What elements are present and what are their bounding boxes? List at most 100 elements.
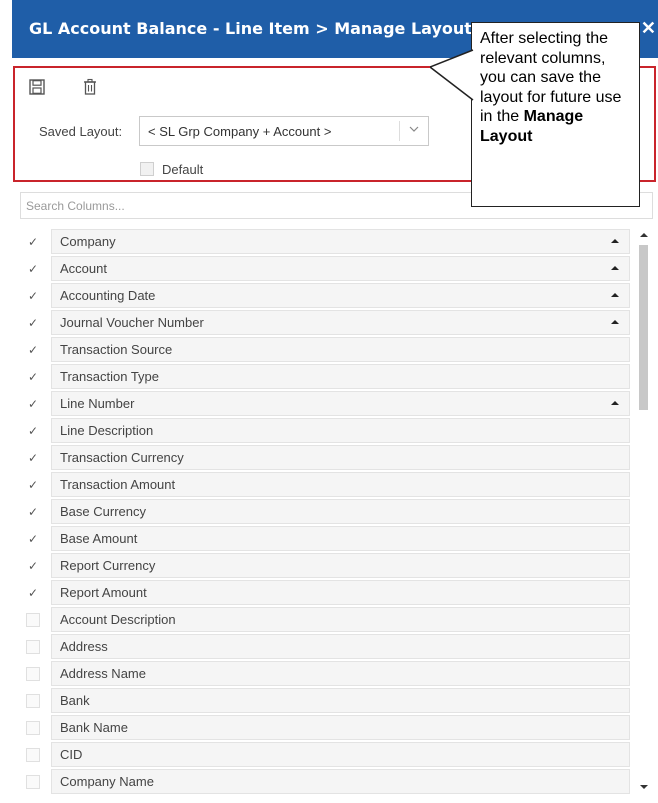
column-row[interactable]: Bank [20,687,632,714]
column-checkbox[interactable]: ✓ [26,289,40,303]
column-checkbox[interactable]: ✓ [26,559,40,573]
column-label: Account Description [60,612,176,627]
sort-ascending-icon[interactable] [611,293,619,297]
column-row[interactable]: Bank Name [20,714,632,741]
column-checkbox[interactable]: ✓ [26,424,40,438]
saved-layout-value: < SL Grp Company + Account > [148,124,332,139]
column-checkbox[interactable] [26,721,40,735]
select-divider [399,121,400,141]
column-checkbox[interactable]: ✓ [26,235,40,249]
column-item[interactable]: Address Name [51,661,630,686]
column-label: Company [60,234,116,249]
column-row[interactable]: ✓ Report Amount [20,579,632,606]
column-row[interactable]: Address Name [20,660,632,687]
column-row[interactable]: ✓ Accounting Date [20,282,632,309]
column-checkbox[interactable]: ✓ [26,262,40,276]
column-row[interactable]: ✓ Transaction Currency [20,444,632,471]
column-row[interactable]: Account Description [20,606,632,633]
sort-ascending-icon[interactable] [611,401,619,405]
column-item[interactable]: Base Amount [51,526,630,551]
saved-layout-label: Saved Layout: [39,124,123,139]
default-label: Default [162,162,204,177]
scroll-up-icon[interactable] [640,233,648,237]
column-checkbox[interactable]: ✓ [26,478,40,492]
sort-ascending-icon[interactable] [611,320,619,324]
column-label: Line Number [60,396,135,411]
column-item[interactable]: Report Currency [51,553,630,578]
column-checkbox[interactable]: ✓ [26,451,40,465]
close-icon[interactable]: ✕ [641,18,656,39]
column-checkbox[interactable]: ✓ [26,532,40,546]
column-row[interactable]: ✓ Transaction Source [20,336,632,363]
column-row[interactable]: ✓ Company [20,228,632,255]
column-item[interactable]: Bank Name [51,715,630,740]
column-label: Line Description [60,423,154,438]
column-checkbox[interactable]: ✓ [26,397,40,411]
column-label: Company Name [60,774,154,789]
save-icon[interactable] [28,78,46,96]
trash-icon[interactable] [81,78,99,96]
column-label: Base Amount [60,531,138,546]
column-checkbox[interactable]: ✓ [26,586,40,600]
column-item[interactable]: Account [51,256,630,281]
scroll-down-icon[interactable] [640,785,648,789]
sort-ascending-icon[interactable] [611,266,619,270]
column-label: Transaction Amount [60,477,176,492]
column-label: Report Amount [60,585,147,600]
saved-layout-select[interactable]: < SL Grp Company + Account > [139,116,429,146]
column-label: Transaction Type [60,369,159,384]
column-row[interactable]: Company Name [20,768,632,795]
column-checkbox[interactable] [26,640,40,654]
scroll-thumb[interactable] [639,245,648,410]
column-checkbox[interactable] [26,694,40,708]
column-row[interactable]: ✓ Base Currency [20,498,632,525]
column-checkbox[interactable]: ✓ [26,316,40,330]
column-checkbox[interactable] [26,748,40,762]
column-item[interactable]: Transaction Amount [51,472,630,497]
column-item[interactable]: Base Currency [51,499,630,524]
column-row[interactable]: ✓ Base Amount [20,525,632,552]
column-label: Journal Voucher Number [60,315,204,330]
column-label: Bank Name [60,720,128,735]
column-label: Transaction Source [60,342,173,357]
column-checkbox[interactable] [26,613,40,627]
column-item[interactable]: Report Amount [51,580,630,605]
column-row[interactable]: Address [20,633,632,660]
column-checkbox[interactable]: ✓ [26,343,40,357]
sort-ascending-icon[interactable] [611,239,619,243]
default-checkbox[interactable] [140,162,154,176]
column-item[interactable]: Bank [51,688,630,713]
column-row[interactable]: CID [20,741,632,768]
column-item[interactable]: Accounting Date [51,283,630,308]
column-row[interactable]: ✓ Transaction Amount [20,471,632,498]
column-row[interactable]: ✓ Line Description [20,417,632,444]
column-checkbox[interactable] [26,775,40,789]
column-item[interactable]: Transaction Type [51,364,630,389]
column-row[interactable]: ✓ Transaction Type [20,363,632,390]
callout-pointer [430,49,474,101]
column-item[interactable]: Account Description [51,607,630,632]
column-item[interactable]: Transaction Currency [51,445,630,470]
column-checkbox[interactable]: ✓ [26,505,40,519]
column-label: Account [60,261,107,276]
column-label: Address [60,639,108,654]
column-list-scrollbar[interactable] [636,228,652,797]
column-item[interactable]: Line Number [51,391,630,416]
column-item[interactable]: Address [51,634,630,659]
column-item[interactable]: Transaction Source [51,337,630,362]
column-checkbox[interactable]: ✓ [26,370,40,384]
column-row[interactable]: ✓ Report Currency [20,552,632,579]
column-item[interactable]: Company Name [51,769,630,794]
column-item[interactable]: CID [51,742,630,767]
column-item[interactable]: Journal Voucher Number [51,310,630,335]
column-item[interactable]: Company [51,229,630,254]
column-label: Base Currency [60,504,146,519]
column-label: Report Currency [60,558,156,573]
column-checkbox[interactable] [26,667,40,681]
column-row[interactable]: ✓ Journal Voucher Number [20,309,632,336]
column-row[interactable]: ✓ Line Number [20,390,632,417]
column-label: Address Name [60,666,146,681]
column-row[interactable]: ✓ Account [20,255,632,282]
column-item[interactable]: Line Description [51,418,630,443]
chevron-down-icon[interactable] [408,123,420,135]
